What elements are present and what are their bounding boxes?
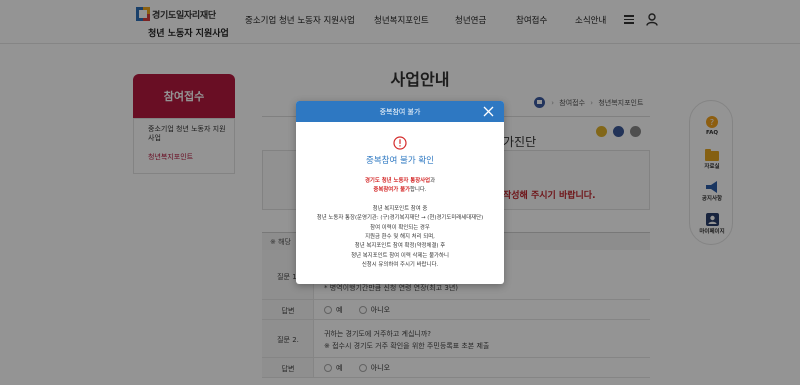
modal-header: 중복참여 불가 [296, 101, 504, 122]
message-line-8: 청년 복지포인트 참여 이력 삭제는 불가하니 [351, 252, 449, 259]
message-line-9: 신청시 유의하여 주시기 바랍니다. [361, 262, 439, 269]
message-line-1-highlight: 경기도 청년 노동자 통장사업 [364, 178, 431, 184]
message-line-3: 청년 복지포인트 참여 중 [372, 205, 428, 212]
message-line-6: 지원금 환수 및 해지 처리 되며, [365, 234, 435, 241]
modal-title: 중복참여 불가 [379, 108, 421, 116]
message-line-5: 참여 이력이 확인되는 경우 [370, 224, 430, 231]
close-icon[interactable] [483, 106, 494, 117]
message-line-1-rest: 과 [430, 178, 436, 184]
modal-subtitle: 중복참여 불가 확인 [366, 156, 434, 166]
alert-icon [393, 136, 407, 150]
message-line-4: 청년 노동자 통장(운영기관: (구)경기복지재단 → (현)경기도미래세대재단… [316, 215, 484, 222]
message-line-7: 청년 복지포인트 참여 확정(약정체결) 후 [354, 243, 446, 250]
modal-message: 경기도 청년 노동자 통장사업과 중복참여가 불가합니다. 청년 복지포인트 참… [296, 177, 504, 271]
message-line-2-rest: 합니다. [410, 187, 427, 194]
duplicate-participation-modal: 중복참여 불가 중복참여 불가 확인 경기도 청년 노동자 통장사업과 중복참여… [296, 101, 504, 284]
message-line-2-highlight: 중복참여가 불가 [373, 187, 410, 194]
